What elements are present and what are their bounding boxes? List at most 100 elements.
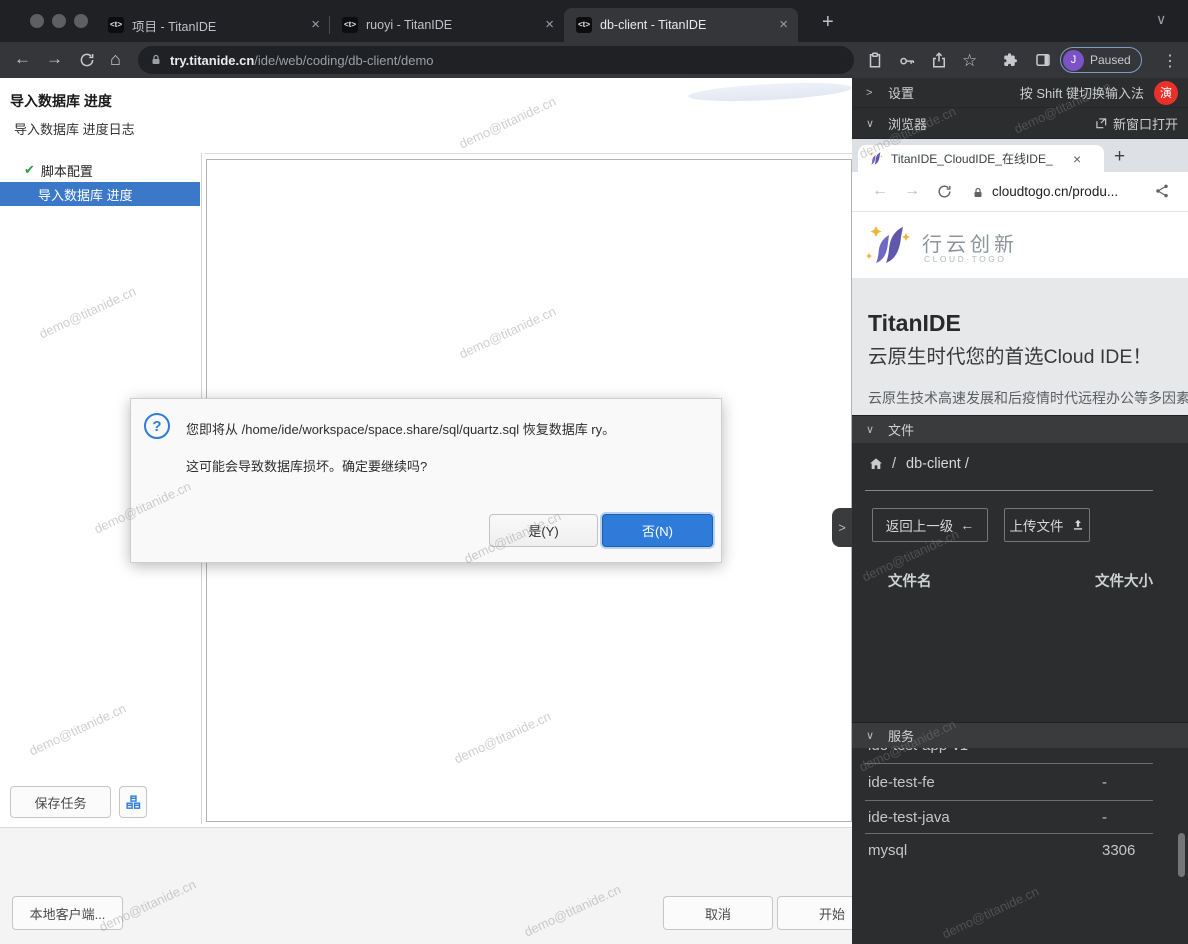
cloudtogo-favicon <box>868 151 884 166</box>
embedded-new-tab-button[interactable]: + <box>1114 147 1125 167</box>
service-port: - <box>1102 774 1107 791</box>
window-zoom-button[interactable] <box>74 14 88 28</box>
bookmark-star-icon[interactable]: ☆ <box>962 51 977 71</box>
question-icon: ? <box>144 413 170 439</box>
home-icon[interactable]: ⌂ <box>110 49 121 70</box>
embedded-tab-active[interactable]: TitanIDE_CloudIDE_在线IDE_ × <box>858 145 1104 172</box>
back-up-level-button[interactable]: 返回上一级 ← <box>872 508 988 542</box>
demo-badge[interactable]: 演 <box>1154 81 1178 105</box>
new-tab-button[interactable]: + <box>822 12 834 32</box>
window-minimize-button[interactable] <box>52 14 66 28</box>
save-task-button[interactable]: 保存任务 <box>10 786 111 818</box>
step-script-config[interactable]: ✔ 脚本配置 <box>0 158 200 182</box>
back-up-level-label: 返回上一级 <box>886 515 954 535</box>
password-key-icon[interactable] <box>898 51 916 69</box>
home-icon[interactable] <box>868 456 884 472</box>
services-section-header[interactable]: ∨ 服务 <box>852 722 1188 748</box>
tab-project[interactable]: <t> 项目 - TitanIDE × <box>96 8 330 42</box>
clipboard-icon[interactable] <box>866 51 884 69</box>
titanide-favicon: <t> <box>576 17 592 33</box>
browser-tabstrip: <t> 项目 - TitanIDE × <t> ruoyi - TitanIDE… <box>0 0 1188 42</box>
step-label: 脚本配置 <box>41 161 93 180</box>
upload-file-button[interactable]: 上传文件 <box>1004 508 1090 542</box>
task-list-button[interactable] <box>119 786 147 818</box>
embedded-tabstrip: TitanIDE_CloudIDE_在线IDE_ × + <box>852 139 1188 172</box>
screen: <t> 项目 - TitanIDE × <t> ruoyi - TitanIDE… <box>0 0 1188 944</box>
forward-icon[interactable]: → <box>46 49 63 69</box>
tab-list: <t> 项目 - TitanIDE × <t> ruoyi - TitanIDE… <box>96 8 798 42</box>
tab-db-client-active[interactable]: <t> db-client - TitanIDE × <box>564 8 798 42</box>
brand-name: 行云创新 <box>922 228 1018 257</box>
embedded-tab-title: TitanIDE_CloudIDE_在线IDE_ <box>891 150 1069 167</box>
back-icon[interactable]: ← <box>14 49 31 69</box>
tab-close-icon[interactable]: × <box>545 17 554 33</box>
cloudtogo-logo <box>866 222 914 268</box>
embedded-url[interactable]: cloudtogo.cn/produ... <box>992 184 1118 199</box>
breadcrumb-separator: / <box>892 456 896 472</box>
cancel-button[interactable]: 取消 <box>663 896 773 930</box>
tab-title: ruoyi - TitanIDE <box>366 18 539 32</box>
page-footer: 本地客户端... 取消 开始 <box>0 827 852 944</box>
panel-collapse-handle[interactable]: > <box>832 508 852 547</box>
url-path: /ide/web/coding/db-client/demo <box>254 53 433 68</box>
no-button[interactable]: 否(N) <box>602 514 713 547</box>
profile-status: Paused <box>1090 53 1131 67</box>
divider <box>865 490 1153 491</box>
reload-icon[interactable] <box>78 51 96 69</box>
upload-file-label: 上传文件 <box>1010 515 1064 535</box>
files-section-header[interactable]: ∨ 文件 <box>852 415 1188 443</box>
chevron-right-icon: > <box>838 520 846 535</box>
service-row[interactable]: ide-test-java - <box>852 801 1188 833</box>
open-new-window-button[interactable]: 新窗口打开 <box>1094 114 1178 133</box>
service-port: - <box>1102 809 1107 826</box>
chevron-right-icon: > <box>866 87 880 99</box>
tab-close-icon[interactable]: × <box>779 17 788 33</box>
upload-icon <box>1071 518 1085 532</box>
address-bar[interactable]: try.titanide.cn/ide/web/coding/db-client… <box>138 46 854 74</box>
lock-icon <box>972 186 984 204</box>
open-new-window-icon <box>1094 116 1113 130</box>
share-icon[interactable] <box>930 51 948 69</box>
browser-section-row[interactable]: ∨ 浏览器 新窗口打开 <box>852 108 1188 139</box>
tab-close-icon[interactable]: × <box>1073 151 1081 167</box>
embedded-toolbar: ← → cloudtogo.cn/produ... <box>852 172 1188 212</box>
services-section-label: 服务 <box>888 726 914 745</box>
divider <box>205 153 852 154</box>
browser-toolbar: ← → ⌂ try.titanide.cn/ide/web/coding/db-… <box>0 42 1188 78</box>
lock-icon <box>150 54 162 66</box>
tab-search-chevron-icon[interactable]: ∨ <box>1156 11 1166 28</box>
settings-section-row[interactable]: > 设置 按 Shift 键切换输入法 演 <box>852 78 1188 108</box>
forward-icon[interactable]: → <box>904 182 920 200</box>
breadcrumb-path[interactable]: db-client / <box>906 456 969 472</box>
window-close-button[interactable] <box>30 14 44 28</box>
chevron-down-icon: ∨ <box>866 423 880 436</box>
profile-paused-button[interactable]: J Paused <box>1060 47 1142 73</box>
step-import-progress-selected[interactable]: 导入数据库 进度 <box>0 182 200 206</box>
yes-button[interactable]: 是(Y) <box>489 514 598 547</box>
side-panel-icon[interactable] <box>1034 51 1052 69</box>
menu-dots-icon[interactable]: ⋮ <box>1162 51 1178 71</box>
local-client-button[interactable]: 本地客户端... <box>12 896 123 930</box>
brand-subtitle: CLOUD·TOGO <box>924 254 1006 264</box>
step-label: 导入数据库 进度 <box>38 185 133 204</box>
promo-headline: TitanIDE <box>868 310 961 337</box>
browser-label: 浏览器 <box>888 114 927 133</box>
back-icon[interactable]: ← <box>872 182 888 200</box>
tab-close-icon[interactable]: × <box>311 17 320 33</box>
reload-icon[interactable] <box>936 183 953 205</box>
input-method-hint: 按 Shift 键切换输入法 <box>1020 83 1144 102</box>
service-row[interactable]: ide-test-fe - <box>852 764 1188 800</box>
promo-subheadline: 云原生时代您的首选Cloud IDE！ <box>868 340 1152 369</box>
chevron-down-icon: ∨ <box>866 729 880 742</box>
settings-label: 设置 <box>888 83 914 102</box>
service-row[interactable]: mysql 3306 <box>852 834 1188 866</box>
open-new-window-label: 新窗口打开 <box>1113 114 1178 133</box>
tab-title: db-client - TitanIDE <box>600 18 773 32</box>
chevron-down-icon: ∨ <box>866 117 880 130</box>
share-nodes-icon[interactable] <box>1154 183 1170 204</box>
tab-ruoyi[interactable]: <t> ruoyi - TitanIDE × <box>330 8 564 42</box>
extensions-puzzle-icon[interactable] <box>1002 51 1020 69</box>
promo-paragraph: 云原生技术高速发展和后疫情时代远程办公等多因素 <box>868 388 1188 408</box>
service-name: ide-test-fe <box>868 774 935 791</box>
restore-confirm-dialog: ? 您即将从 /home/ide/workspace/space.share/s… <box>130 398 722 563</box>
